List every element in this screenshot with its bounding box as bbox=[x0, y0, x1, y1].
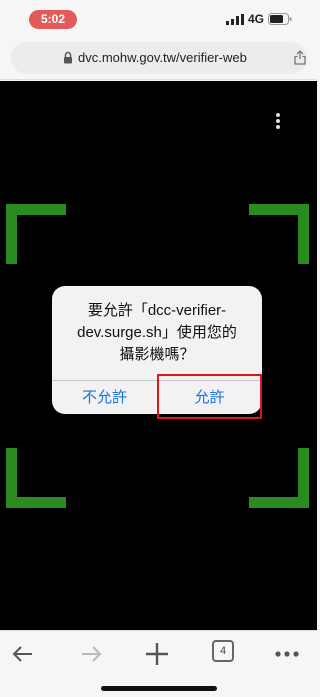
status-time: 5:02 bbox=[29, 10, 77, 29]
more-vertical-icon[interactable] bbox=[270, 111, 286, 131]
signal-icon bbox=[226, 14, 244, 25]
share-icon[interactable] bbox=[294, 50, 306, 65]
dialog-message: 要允許「dcc-verifier- dev.surge.sh」使用您的 攝影機嗎… bbox=[77, 302, 237, 363]
new-tab-plus-icon[interactable] bbox=[142, 639, 172, 669]
more-horizontal-icon[interactable] bbox=[272, 639, 302, 669]
scan-frame-corner-bottom-left bbox=[6, 448, 66, 508]
lock-icon bbox=[64, 51, 72, 64]
forward-arrow-icon[interactable] bbox=[76, 639, 106, 669]
url-text: dvc.mohw.gov.tw/verifier-web bbox=[78, 50, 247, 65]
allow-button-highlight bbox=[157, 374, 262, 419]
scan-frame-corner-bottom-right bbox=[249, 448, 309, 508]
network-type: 4G bbox=[248, 12, 265, 26]
battery-icon bbox=[268, 13, 292, 25]
tabs-icon[interactable]: 4 bbox=[212, 640, 234, 662]
address-bar: dvc.mohw.gov.tw/verifier-web bbox=[0, 38, 317, 80]
url-field[interactable]: dvc.mohw.gov.tw/verifier-web bbox=[11, 42, 307, 74]
scan-frame-corner-top-right bbox=[249, 204, 309, 264]
status-bar: 5:02 4G bbox=[0, 0, 317, 38]
scan-frame-corner-top-left bbox=[6, 204, 66, 264]
browser-toolbar: 4 bbox=[0, 630, 317, 697]
home-indicator bbox=[101, 686, 217, 691]
deny-button[interactable]: 不允許 bbox=[52, 381, 157, 414]
back-arrow-icon[interactable] bbox=[8, 639, 38, 669]
